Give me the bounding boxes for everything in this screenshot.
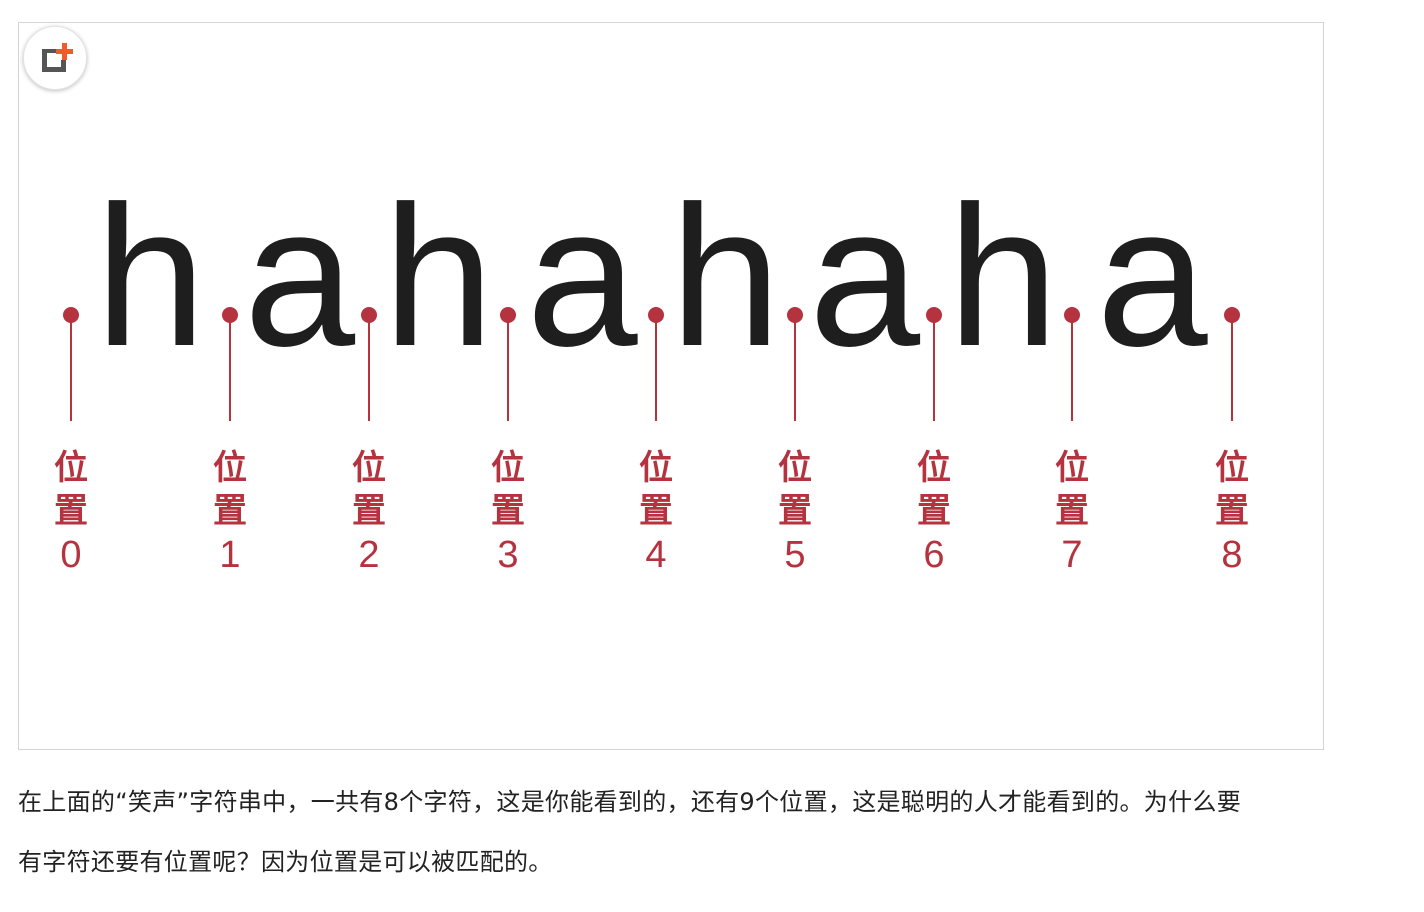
position-dot-5 [787, 307, 803, 323]
position-dot-4 [648, 307, 664, 323]
position-index-0: 0 [60, 534, 81, 576]
characters: hahahaha [95, 165, 1209, 388]
position-index-4: 4 [645, 534, 666, 576]
position-index-8: 8 [1221, 534, 1242, 576]
position-word-char-0-1: 置 [54, 491, 88, 531]
position-word-char-8-0: 位 [1215, 448, 1249, 488]
position-index-1: 1 [219, 534, 240, 576]
position-word-char-8-1: 置 [1215, 491, 1249, 531]
position-word-char-3-1: 置 [491, 491, 525, 531]
position-word-char-6-1: 置 [917, 491, 951, 531]
caption-line-2: 有字符还要有位置呢？因为位置是可以被匹配的。 [18, 848, 553, 876]
position-dot-7 [1064, 307, 1080, 323]
position-word-char-2-1: 置 [352, 491, 386, 531]
character-3: a [526, 165, 638, 388]
position-dot-6 [926, 307, 942, 323]
position-word-char-4-0: 位 [639, 448, 673, 488]
character-5: a [809, 165, 921, 388]
position-dot-1 [222, 307, 238, 323]
position-word-char-5-0: 位 [778, 448, 812, 488]
caption-line-1: 在上面的“笑声”字符串中，一共有8个字符，这是你能看到的，还有9个位置，这是聪明… [18, 788, 1242, 816]
character-2: h [383, 165, 494, 388]
character-4: h [670, 165, 781, 388]
diagram-frame: hahahaha 位置0位置1位置2位置3位置4位置5位置6位置7位置8 [18, 22, 1324, 750]
position-word-char-3-0: 位 [491, 448, 525, 488]
position-index-3: 3 [497, 534, 518, 576]
position-word-char-1-1: 置 [213, 491, 247, 531]
position-index-6: 6 [923, 534, 944, 576]
position-diagram: hahahaha 位置0位置1位置2位置3位置4位置5位置6位置7位置8 [54, 165, 1249, 576]
position-dot-8 [1224, 307, 1240, 323]
character-7: a [1096, 165, 1208, 388]
position-dot-3 [500, 307, 516, 323]
position-word-char-0-0: 位 [54, 448, 88, 488]
position-markers [63, 307, 1240, 421]
position-index-5: 5 [784, 534, 805, 576]
position-labels: 位置0位置1位置2位置3位置4位置5位置6位置7位置8 [54, 448, 1249, 576]
position-word-char-7-1: 置 [1055, 491, 1089, 531]
position-word-char-4-1: 置 [639, 491, 673, 531]
position-dot-0 [63, 307, 79, 323]
character-6: h [947, 165, 1058, 388]
character-1: a [244, 165, 356, 388]
position-word-char-2-0: 位 [352, 448, 386, 488]
character-0: h [95, 165, 206, 388]
position-word-char-7-0: 位 [1055, 448, 1089, 488]
position-dot-2 [361, 307, 377, 323]
position-index-2: 2 [358, 534, 379, 576]
position-word-char-1-0: 位 [213, 448, 247, 488]
position-word-char-6-0: 位 [917, 448, 951, 488]
position-word-char-5-1: 置 [778, 491, 812, 531]
explanation-paragraph: 在上面的“笑声”字符串中，一共有8个字符，这是你能看到的，还有9个位置，这是聪明… [18, 772, 1418, 892]
position-index-7: 7 [1061, 534, 1082, 576]
